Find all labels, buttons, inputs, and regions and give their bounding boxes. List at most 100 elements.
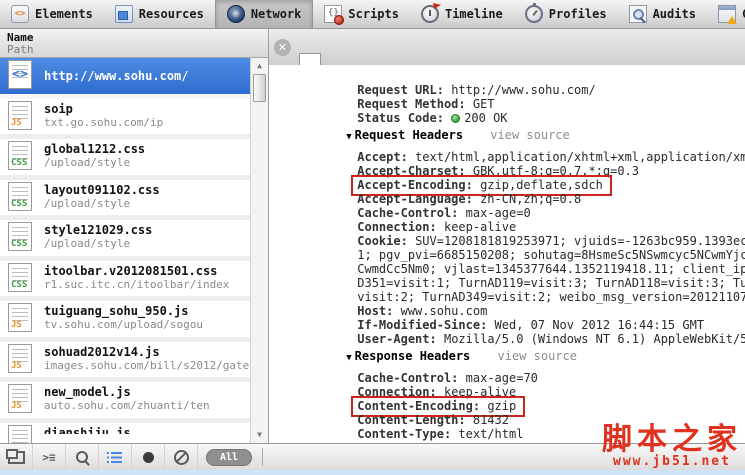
toolbar-tab-label: Resources xyxy=(139,7,204,21)
resources-icon xyxy=(115,5,133,23)
toolbar-tab-label: Scripts xyxy=(348,7,399,21)
search-icon xyxy=(76,451,88,463)
devtools-window: Elements Resources Network Scripts Timel… xyxy=(0,0,745,475)
toolbar-tab[interactable]: Resources xyxy=(104,0,215,28)
details-tab[interactable] xyxy=(321,54,341,65)
request-name: http://www.sohu.com/ xyxy=(44,58,251,83)
request-list-item[interactable]: global1212.css /upload/style xyxy=(0,139,251,180)
request-list-item[interactable]: itoolbar.v2012081501.css r1.suc.itc.cn/i… xyxy=(0,261,251,302)
timeline-icon xyxy=(421,5,439,23)
toolbar-tab[interactable]: Console xyxy=(707,0,745,28)
header-line: Cookie:SUV=1208181819253971; vjuids=-126… xyxy=(269,220,745,234)
console-icon xyxy=(718,5,736,23)
bottom-bar-button[interactable] xyxy=(0,444,33,470)
scroll-up-icon[interactable]: ▲ xyxy=(251,60,268,72)
details-tab[interactable] xyxy=(361,54,381,65)
js-file-icon xyxy=(8,344,32,373)
request-list: http://www.sohu.com/ soip txt.go.sohu.co… xyxy=(0,58,251,443)
request-list-item[interactable]: dianshiju.js xyxy=(0,423,251,444)
header-line: visit:2; TurnAD349=visit:2; weibo_msg_ve… xyxy=(269,276,745,290)
header-line: Cache-Control:max-age=70 xyxy=(269,357,745,371)
toolbar-tab[interactable]: Elements xyxy=(0,0,104,28)
devtools-toolbar: Elements Resources Network Scripts Timel… xyxy=(0,0,745,29)
toolbar-tab-label: Elements xyxy=(35,7,93,21)
network-icon xyxy=(227,5,245,23)
toolbar-tab[interactable]: Audits xyxy=(618,0,707,28)
request-path: images.sohu.com/bill/s2012/gates/a xyxy=(44,359,251,373)
toolbar-tab-label: Timeline xyxy=(445,7,503,21)
request-list-item[interactable]: http://www.sohu.com/ xyxy=(0,58,251,99)
scroll-down-icon[interactable]: ▼ xyxy=(251,429,268,441)
profiles-icon xyxy=(525,5,543,23)
request-name: itoolbar.v2012081501.css xyxy=(44,261,251,278)
header-line: If-Modified-Since:Wed, 07 Nov 2012 16:44… xyxy=(269,304,745,318)
request-path: auto.sohu.com/zhuanti/ten xyxy=(44,399,251,413)
request-path: r1.suc.itc.cn/itoolbar/index xyxy=(44,278,251,292)
request-details-panel: ✕ Request URL:http://www.sohu.com/ Reque… xyxy=(268,29,745,443)
header-line: Request URL:http://www.sohu.com/ xyxy=(269,69,745,83)
toolbar-tab[interactable]: Scripts xyxy=(313,0,410,28)
toolbar-tab[interactable]: Timeline xyxy=(410,0,514,28)
close-icon[interactable]: ✕ xyxy=(274,39,291,56)
network-request-list: Name Path http://www.sohu.com/ soip txt.… xyxy=(0,29,268,443)
js-file-icon xyxy=(8,303,32,332)
details-tab-bar: ✕ xyxy=(269,29,745,65)
details-tab[interactable] xyxy=(381,54,401,65)
bottom-bar-button[interactable] xyxy=(99,444,132,470)
details-tab[interactable] xyxy=(299,53,321,65)
request-name: sohuad2012v14.js xyxy=(44,342,251,359)
toolbar-tab-label: Audits xyxy=(653,7,696,21)
request-list-item[interactable]: soip txt.go.sohu.com/ip xyxy=(0,99,251,140)
request-list-item[interactable]: style121029.css /upload/style xyxy=(0,220,251,261)
filter-all-button[interactable]: All xyxy=(206,449,252,466)
toolbar-tab[interactable]: Network xyxy=(215,0,314,28)
console-drawer-icon xyxy=(42,452,55,463)
scrollbar-thumb[interactable] xyxy=(253,74,266,102)
request-list-item[interactable]: new_model.js auto.sohu.com/zhuanti/ten xyxy=(0,382,251,423)
css-file-icon xyxy=(8,182,32,211)
header-line: Connection:keep-alive xyxy=(269,371,745,385)
column-header-path: Path xyxy=(7,44,268,56)
bottom-bar-button[interactable] xyxy=(132,444,165,470)
annotation-box: Content-Type:text/html xyxy=(357,427,523,441)
request-path: /upload/style xyxy=(44,197,251,211)
list-view-icon xyxy=(109,452,122,463)
bottom-bar-button[interactable] xyxy=(66,444,99,470)
clear-icon xyxy=(174,450,189,465)
header-line: Content-Encoding:gzip xyxy=(269,385,745,399)
request-name: global1212.css xyxy=(44,139,251,156)
html-doc-icon xyxy=(8,60,32,89)
request-name: style121029.css xyxy=(44,220,251,237)
request-name: new_model.js xyxy=(44,382,251,399)
request-list-item[interactable]: tuiguang_sohu_950.js tv.sohu.com/upload/… xyxy=(0,301,251,342)
toolbar-tab[interactable]: Profiles xyxy=(514,0,618,28)
scripts-icon xyxy=(324,5,342,23)
column-header-name: Name xyxy=(7,31,268,44)
window-edge xyxy=(0,470,745,475)
header-line: Accept-Language:zh-CN,zh;q=0.8 xyxy=(269,178,745,192)
request-list-item[interactable]: layout091102.css /upload/style xyxy=(0,180,251,221)
header-line: Status Code:200 OK xyxy=(269,97,745,111)
header-line: Request Headersview source xyxy=(269,114,745,128)
css-file-icon xyxy=(8,263,32,292)
header-line: Accept-Charset:GBK,utf-8;q=0.7,*;q=0.3 xyxy=(269,150,745,164)
details-tab[interactable] xyxy=(341,54,361,65)
elements-icon xyxy=(11,5,29,23)
bottom-status-bar: All xyxy=(0,443,745,470)
request-path: txt.go.sohu.com/ip xyxy=(44,116,251,130)
css-file-icon xyxy=(8,141,32,170)
request-name: soip xyxy=(44,99,251,116)
sidebar-scrollbar[interactable]: ▲ ▼ xyxy=(250,58,268,443)
header-value: text/html xyxy=(458,427,523,441)
toolbar-tab-label: Network xyxy=(251,7,302,21)
bottom-bar-button[interactable] xyxy=(33,444,66,470)
header-line: Host:www.sohu.com xyxy=(269,290,745,304)
header-line: Content-Type:text/html xyxy=(269,413,745,427)
request-path: tv.sohu.com/upload/sogou xyxy=(44,318,251,332)
request-list-item[interactable]: sohuad2012v14.js images.sohu.com/bill/s2… xyxy=(0,342,251,383)
bottom-bar-button[interactable] xyxy=(165,444,198,470)
header-line: Connection:keep-alive xyxy=(269,206,745,220)
js-file-icon xyxy=(8,425,32,444)
request-name: dianshiju.js xyxy=(44,423,251,434)
header-line: CwmdCc5Nm0; vjlast=1345377644.1352119418… xyxy=(269,248,745,262)
